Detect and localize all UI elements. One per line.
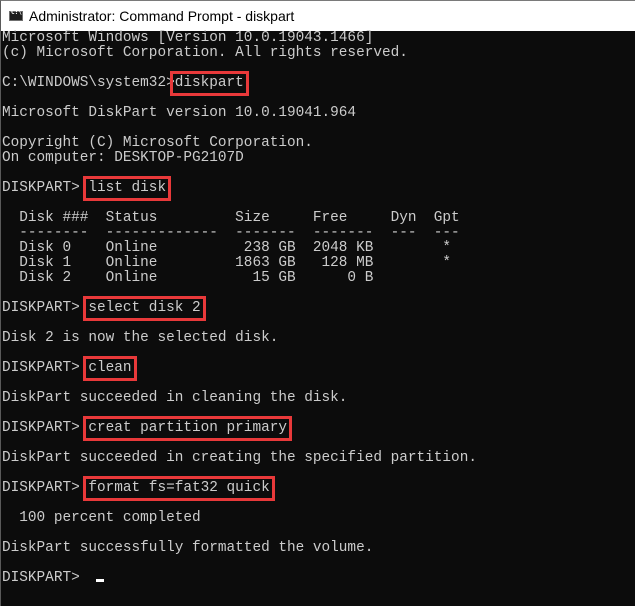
- output-line: DiskPart succeeded in creating the speci…: [2, 450, 477, 466]
- output-line: DiskPart successfully formatted the volu…: [2, 540, 374, 556]
- highlighted-command: select disk 2: [83, 296, 206, 321]
- prompt: C:\WINDOWS\system32>: [2, 75, 175, 91]
- disk-table-row: Disk 0 Online 238 GB 2048 KB *: [2, 240, 452, 256]
- prompt: DISKPART>: [2, 420, 89, 436]
- prompt-line: DISKPART> list disk: [2, 176, 635, 201]
- prompt: DISKPART>: [2, 360, 89, 376]
- prompt-line: DISKPART> format fs=fat32 quick: [2, 476, 635, 501]
- prompt: DISKPART>: [2, 480, 89, 496]
- disk-table-row: Disk 2 Online 15 GB 0 B: [2, 270, 374, 286]
- disk-table-header: Disk ### Status Size Free Dyn Gpt: [2, 210, 460, 226]
- output-line: On computer: DESKTOP-PG2107D: [2, 150, 244, 166]
- output-line: Microsoft DiskPart version 10.0.19041.96…: [2, 105, 357, 121]
- disk-table-divider: -------- ------------- ------- ------- -…: [2, 225, 460, 241]
- cmd-icon: [9, 9, 23, 21]
- window-title: Administrator: Command Prompt - diskpart: [29, 8, 295, 24]
- prompt: DISKPART>: [2, 570, 89, 586]
- highlighted-command: list disk: [83, 176, 172, 201]
- output-line: Copyright (C) Microsoft Corporation.: [2, 135, 313, 151]
- prompt-line: C:\WINDOWS\system32>diskpart: [2, 71, 635, 96]
- prompt-line: DISKPART> select disk 2: [2, 296, 635, 321]
- prompt-line: DISKPART> creat partition primary: [2, 416, 635, 441]
- banner-line: (c) Microsoft Corporation. All rights re…: [2, 45, 408, 61]
- prompt-line: DISKPART> clean: [2, 356, 635, 381]
- output-line: DiskPart succeeded in cleaning the disk.: [2, 390, 348, 406]
- highlighted-command: diskpart: [169, 71, 249, 96]
- output-line: Disk 2 is now the selected disk.: [2, 330, 279, 346]
- prompt: DISKPART>: [2, 300, 89, 316]
- title-bar[interactable]: Administrator: Command Prompt - diskpart: [1, 1, 635, 31]
- highlighted-command: creat partition primary: [83, 416, 292, 441]
- highlighted-command: format fs=fat32 quick: [83, 476, 275, 501]
- command-prompt-window: Administrator: Command Prompt - diskpart…: [0, 0, 635, 606]
- highlighted-command: clean: [83, 356, 137, 381]
- disk-table-row: Disk 1 Online 1863 GB 128 MB *: [2, 255, 452, 271]
- progress-line: 100 percent completed: [2, 510, 201, 526]
- console-output[interactable]: Microsoft Windows [Version 10.0.19043.14…: [1, 31, 635, 606]
- prompt: DISKPART>: [2, 180, 89, 196]
- banner-line: Microsoft Windows [Version 10.0.19043.14…: [2, 30, 374, 46]
- text-cursor: [96, 579, 105, 582]
- active-prompt-line[interactable]: DISKPART>: [2, 571, 635, 586]
